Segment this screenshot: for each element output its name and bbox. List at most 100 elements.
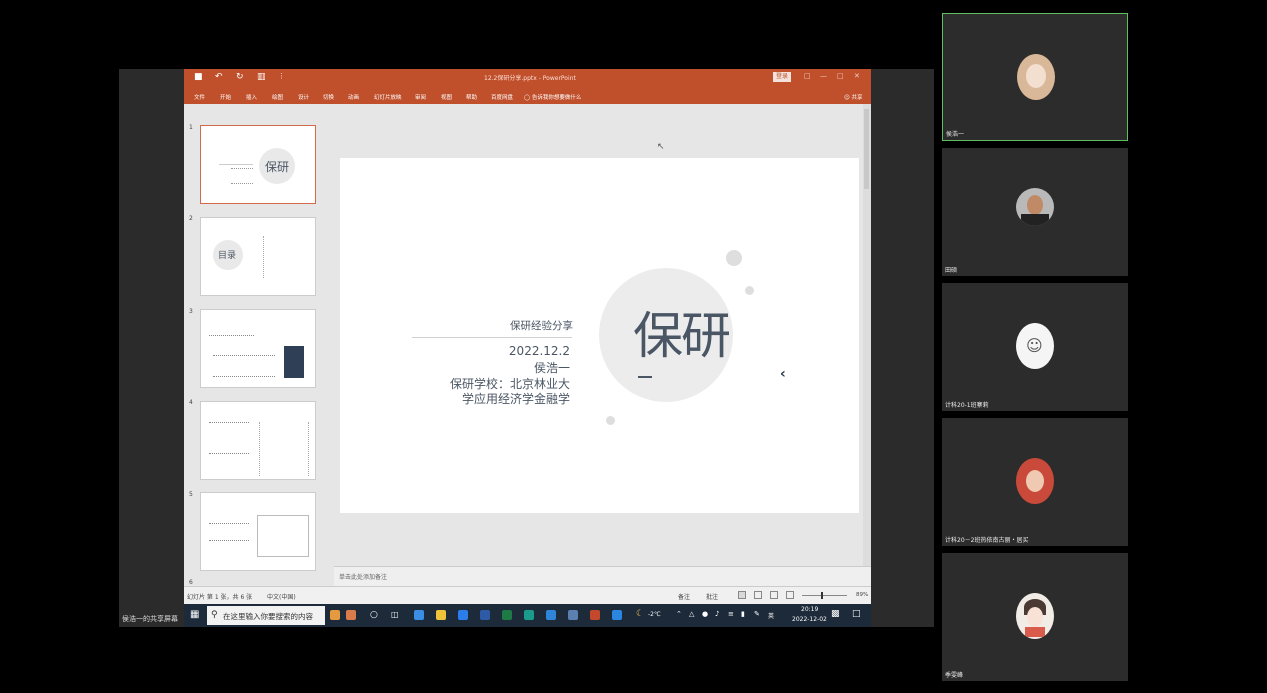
word-icon[interactable] [480,610,490,620]
comments-button[interactable]: 批注 [706,592,718,601]
network-icon[interactable]: ≡ [728,610,734,618]
tab-review[interactable]: 审阅 [415,93,426,101]
tab-slideshow[interactable]: 幻灯片放映 [374,93,402,101]
reading-view-icon[interactable] [770,591,778,599]
close-icon[interactable]: ✕ [854,72,860,80]
slide-dash [638,376,652,378]
notes-pane[interactable]: 单击此处添加备注 [334,566,871,586]
decor-dot [606,416,615,425]
task-view-icon[interactable]: ◫ [391,610,399,619]
decor-dot [726,250,742,266]
maximize-icon[interactable]: □ [837,72,844,80]
avatar-body [1021,214,1049,226]
avatar [1017,54,1055,100]
slide-thumbnail-5[interactable] [200,492,316,571]
avatar-face [1026,64,1046,88]
thumb-table [257,515,309,557]
current-slide[interactable]: 保研经验分享 2022.12.2 侯浩一 保研学校：北京林业大 学应用经济学金融… [340,158,859,513]
tab-view[interactable]: 视图 [441,93,452,101]
zoom-slider[interactable] [802,595,847,596]
ime-indicator[interactable]: 英 [768,611,774,620]
lightbulb-icon: ◯ [524,95,532,101]
save-icon[interactable]: ■ [194,72,203,82]
tab-home[interactable]: 开始 [220,93,231,101]
login-button[interactable]: 登录 [773,72,791,82]
tab-transitions[interactable]: 切换 [323,93,334,101]
clock-date[interactable]: 2022-12-02 [792,616,827,623]
tab-design[interactable]: 设计 [298,93,309,101]
app-icon[interactable] [612,610,622,620]
thumb-text-lines [209,335,254,346]
thumb1-title: 保研 [265,160,290,174]
slide-thumbnail-2[interactable]: 目录 [200,217,316,296]
chevron-left-icon: ‹ [780,366,786,382]
volume-icon[interactable]: ♪ [715,610,719,618]
weather-temp[interactable]: -2℃ [648,611,661,618]
slide-sorter-icon[interactable] [754,591,762,599]
share-button[interactable]: ☺ 共享 [844,93,863,101]
clock-time[interactable]: 20:19 [801,606,818,613]
app-icon[interactable] [546,610,556,620]
tray-expand-icon[interactable]: ⌃ [676,610,682,618]
redo-icon[interactable]: ↻ [236,72,244,82]
tab-animations[interactable]: 动画 [348,93,359,101]
thumb-dark-box [284,346,304,378]
participant-tile[interactable]: 季雯峰 [942,553,1128,681]
minimize-icon[interactable]: — [820,72,827,80]
taskbar-search[interactable]: ⚲ 在这里输入你要搜索的内容 [207,606,325,625]
present-icon[interactable]: ▥ [257,72,266,82]
language-indicator[interactable]: 中文(中国) [267,592,296,601]
avatar [1016,593,1054,639]
app-icon[interactable]: ▩ [831,609,840,619]
decor-dot [745,286,754,295]
tab-baidu-netdisk[interactable]: 百度网盘 [491,93,513,101]
app-icon[interactable] [346,610,356,620]
slide-thumbnail-1[interactable]: 保研 [200,125,316,204]
app-icon[interactable] [568,610,578,620]
participant-tile[interactable]: 计科20－2班热依南古丽・居买 [942,418,1128,546]
participant-name: 田硕 [945,267,958,274]
notes-button[interactable]: 备注 [678,592,690,601]
thumb2-title: 目录 [218,251,237,261]
participant-name: 侯浩一 [946,131,965,138]
undo-icon[interactable]: ↶ [215,72,223,82]
windows-start-icon[interactable]: ▦ [190,609,199,620]
weather-icon: ☾ [636,609,645,619]
slide-thumbnail-3[interactable] [200,309,316,388]
tray-icon[interactable]: △ [689,610,694,618]
title-bar: ■ ↶ ↻ ▥ ⋮ 12.2保研分享.pptx - PowerPoint 登录 … [184,69,871,88]
pen-icon[interactable]: ✎ [754,610,760,618]
slide-thumbnail-4[interactable] [200,401,316,480]
zoom-slider-knob[interactable] [821,592,823,599]
windows-taskbar: ▦ ⚲ 在这里输入你要搜索的内容 ○ ◫ ☾ -2℃ ⌃ △ ● ♪ ≡ ▮ ✎… [184,604,871,627]
edge-icon[interactable] [524,610,534,620]
file-explorer-icon[interactable] [436,610,446,620]
ribbon-options-icon[interactable]: □ [804,72,811,80]
slide-editor: ↖ 保研经验分享 2022.12.2 侯浩一 保研学校：北京林业大 学应用经济学… [334,104,871,586]
participant-tile[interactable]: 侯浩一 [942,13,1128,141]
excel-icon[interactable] [502,610,512,620]
microphone-icon[interactable]: ● [702,610,708,618]
app-icon[interactable] [458,610,468,620]
tab-help[interactable]: 帮助 [466,93,477,101]
app-icon[interactable] [330,610,340,620]
zoom-level[interactable]: 89% [856,592,868,598]
participant-tile[interactable]: 田硕 [942,148,1128,276]
tab-file[interactable]: 文件 [194,93,205,101]
powerpoint-icon[interactable] [590,610,600,620]
tell-me-search[interactable]: ◯ 告诉我你想要做什么 [524,93,581,101]
normal-view-icon[interactable] [738,591,746,599]
slideshow-view-icon[interactable] [786,591,794,599]
scrollbar-thumb[interactable] [864,109,869,189]
battery-icon[interactable]: ▮ [741,610,745,618]
avatar-face [1027,607,1043,627]
tab-draw[interactable]: 绘图 [272,93,283,101]
app-icon[interactable] [414,610,424,620]
thumb-number: 2 [189,215,193,222]
customize-qat-icon[interactable]: ⋮ [278,72,285,80]
cortana-icon[interactable]: ○ [370,610,378,620]
notes-placeholder: 单击此处添加备注 [339,574,388,581]
notification-icon[interactable]: □ [852,609,861,619]
participant-tile[interactable]: ☺ 计科20-1班寨莉 [942,283,1128,411]
tab-insert[interactable]: 插入 [246,93,257,101]
